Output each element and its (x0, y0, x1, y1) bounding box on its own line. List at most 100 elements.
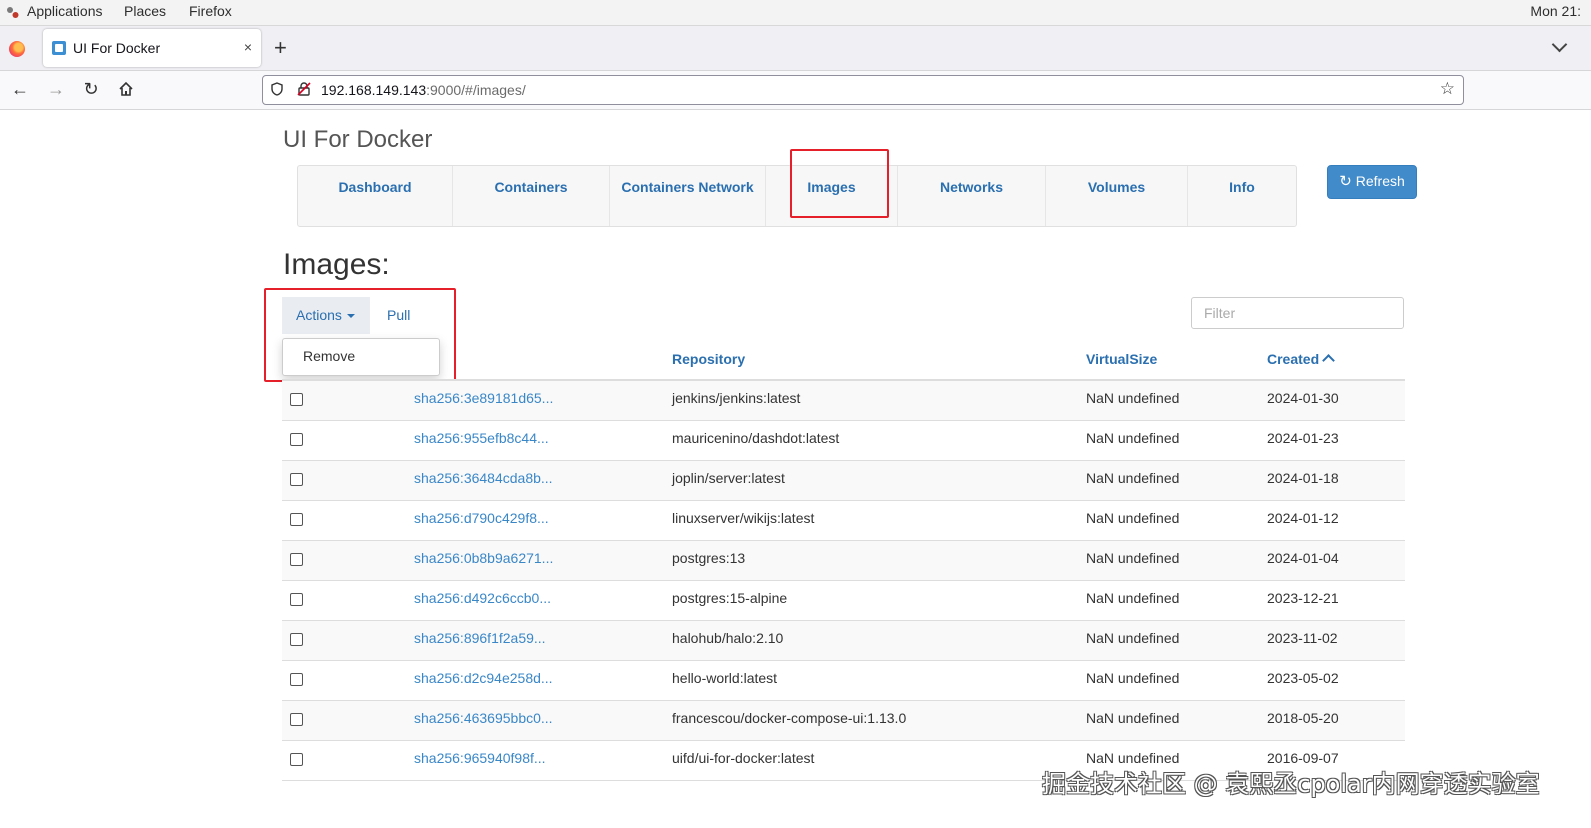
row-checkbox[interactable] (290, 553, 303, 566)
page-heading: Images: (283, 248, 390, 281)
actions-dropdown-button[interactable]: Actions (282, 297, 370, 334)
url-host: 192.168.149.143 (321, 82, 427, 98)
image-id-link[interactable]: sha256:36484cda8b... (414, 470, 553, 486)
docker-favicon-icon (52, 41, 66, 55)
applications-menu[interactable]: Applications (27, 3, 103, 19)
repository-cell: joplin/server:latest (672, 470, 785, 486)
back-arrow-icon[interactable]: ← (9, 79, 31, 100)
row-checkbox[interactable] (290, 473, 303, 486)
actions-label: Actions (296, 307, 342, 323)
created-cell: 2018-05-20 (1267, 710, 1339, 726)
created-cell: 2024-01-12 (1267, 510, 1339, 526)
tab-volumes[interactable]: Volumes (1046, 166, 1188, 226)
image-id-link[interactable]: sha256:463695bbc0... (414, 710, 553, 726)
virtual-size-cell: NaN undefined (1086, 670, 1180, 686)
tracking-shield-icon[interactable] (271, 82, 283, 96)
tab-info[interactable]: Info (1188, 166, 1296, 226)
table-row: sha256:36484cda8b... joplin/server:latest… (282, 461, 1405, 501)
image-id-link[interactable]: sha256:965940f98f... (414, 750, 546, 766)
image-id-link[interactable]: sha256:896f1f2a59... (414, 630, 546, 646)
images-table: sha256:3e89181d65... jenkins/jenkins:late… (282, 381, 1405, 781)
image-id-link[interactable]: sha256:d790c429f8... (414, 510, 549, 526)
firefox-logo-icon[interactable] (9, 41, 25, 57)
tab-networks[interactable]: Networks (898, 166, 1046, 226)
column-header-created[interactable]: Created (1267, 351, 1336, 367)
created-cell: 2024-01-04 (1267, 550, 1339, 566)
row-checkbox[interactable] (290, 633, 303, 646)
refresh-label: Refresh (1355, 173, 1405, 189)
home-icon[interactable] (118, 81, 134, 97)
address-bar[interactable]: 192.168.149.143:9000/#/images/ ☆ (262, 75, 1464, 105)
virtual-size-cell: NaN undefined (1086, 430, 1180, 446)
row-checkbox[interactable] (290, 393, 303, 406)
url-path: :9000/#/images/ (426, 82, 526, 98)
virtual-size-cell: NaN undefined (1086, 590, 1180, 606)
column-header-virtualsize[interactable]: VirtualSize (1086, 351, 1157, 367)
table-row: sha256:d492c6ccb0... postgres:15-alpine Na… (282, 581, 1405, 621)
repository-cell: jenkins/jenkins:latest (672, 390, 801, 406)
row-checkbox[interactable] (290, 593, 303, 606)
tab-containers[interactable]: Containers (453, 166, 610, 226)
repository-cell: postgres:15-alpine (672, 590, 788, 606)
new-tab-button[interactable]: + (274, 35, 287, 61)
clock[interactable]: Mon 21: (1530, 3, 1581, 19)
image-id-link[interactable]: sha256:d2c94e258d... (414, 670, 553, 686)
close-tab-icon[interactable]: × (244, 39, 252, 55)
row-checkbox[interactable] (290, 713, 303, 726)
browser-tab[interactable]: UI For Docker × (43, 29, 261, 67)
image-id-link[interactable]: sha256:0b8b9a6271... (414, 550, 553, 566)
repository-cell: francescou/docker-compose-ui:1.13.0 (672, 710, 907, 726)
row-checkbox[interactable] (290, 433, 303, 446)
forward-arrow-icon[interactable]: → (45, 79, 67, 100)
created-cell: 2023-05-02 (1267, 670, 1339, 686)
watermark: 掘金技术社区 @ 袁熙丞cpolar内网穿透实验室 (1042, 770, 1540, 798)
image-id-link[interactable]: sha256:955efb8c44... (414, 430, 549, 446)
image-id-link[interactable]: sha256:3e89181d65... (414, 390, 553, 406)
virtual-size-cell: NaN undefined (1086, 710, 1180, 726)
reload-icon[interactable]: ↻ (80, 79, 102, 100)
firefox-menu[interactable]: Firefox (189, 3, 232, 19)
row-checkbox[interactable] (290, 673, 303, 686)
row-checkbox[interactable] (290, 753, 303, 766)
tab-containers-network[interactable]: Containers Network (610, 166, 766, 226)
refresh-icon: ↻ (1339, 173, 1352, 190)
browser-tab-strip: UI For Docker × + (0, 26, 1591, 71)
created-cell: 2024-01-18 (1267, 470, 1339, 486)
table-row: sha256:463695bbc0... francescou/docker-co… (282, 701, 1405, 741)
pull-button[interactable]: Pull (387, 307, 410, 323)
tab-dashboard[interactable]: Dashboard (298, 166, 453, 226)
places-menu[interactable]: Places (124, 3, 166, 19)
column-header-repository[interactable]: Repository (672, 351, 745, 367)
images-tab-highlight-box (790, 149, 889, 218)
chevron-down-icon[interactable] (1551, 36, 1568, 53)
virtual-size-cell: NaN undefined (1086, 630, 1180, 646)
tab-title: UI For Docker (73, 40, 161, 56)
table-row: sha256:955efb8c44... mauricenino/dashdot:… (282, 421, 1405, 461)
created-cell: 2023-11-02 (1267, 630, 1338, 646)
row-checkbox[interactable] (290, 513, 303, 526)
applications-icon (7, 7, 19, 18)
remove-menu-item[interactable]: Remove (303, 348, 355, 364)
image-id-link[interactable]: sha256:d492c6ccb0... (414, 590, 551, 606)
caret-down-icon (346, 314, 355, 319)
filter-input[interactable] (1191, 297, 1404, 329)
table-row: sha256:896f1f2a59... halohub/halo:2.10 NaN… (282, 621, 1405, 661)
virtual-size-cell: NaN undefined (1086, 390, 1180, 406)
table-row: sha256:0b8b9a6271... postgres:13 NaN undef… (282, 541, 1405, 581)
url-text: 192.168.149.143:9000/#/images/ (321, 82, 526, 98)
virtual-size-cell: NaN undefined (1086, 470, 1180, 486)
insecure-lock-icon[interactable] (297, 82, 311, 96)
app-title: UI For Docker (283, 126, 433, 153)
repository-cell: linuxserver/wikijs:latest (672, 510, 815, 526)
created-header-label: Created (1267, 351, 1320, 367)
table-row: sha256:3e89181d65... jenkins/jenkins:late… (282, 381, 1405, 421)
browser-nav-bar: ← → ↻ 192.168.149.143:9000/#/images/ ☆ (0, 71, 1591, 110)
bookmark-star-icon[interactable]: ☆ (1440, 79, 1455, 99)
sort-ascending-icon (1322, 354, 1336, 367)
table-row: sha256:d790c429f8... linuxserver/wikijs:l… (282, 501, 1405, 541)
actions-dropdown-menu: Remove (282, 338, 440, 376)
repository-cell: hello-world:latest (672, 670, 778, 686)
system-top-bar: Applications Places Firefox Mon 21: (0, 0, 1591, 26)
refresh-button[interactable]: ↻ Refresh (1327, 165, 1417, 199)
table-row: sha256:d2c94e258d... hello-world:latest Na… (282, 661, 1405, 701)
